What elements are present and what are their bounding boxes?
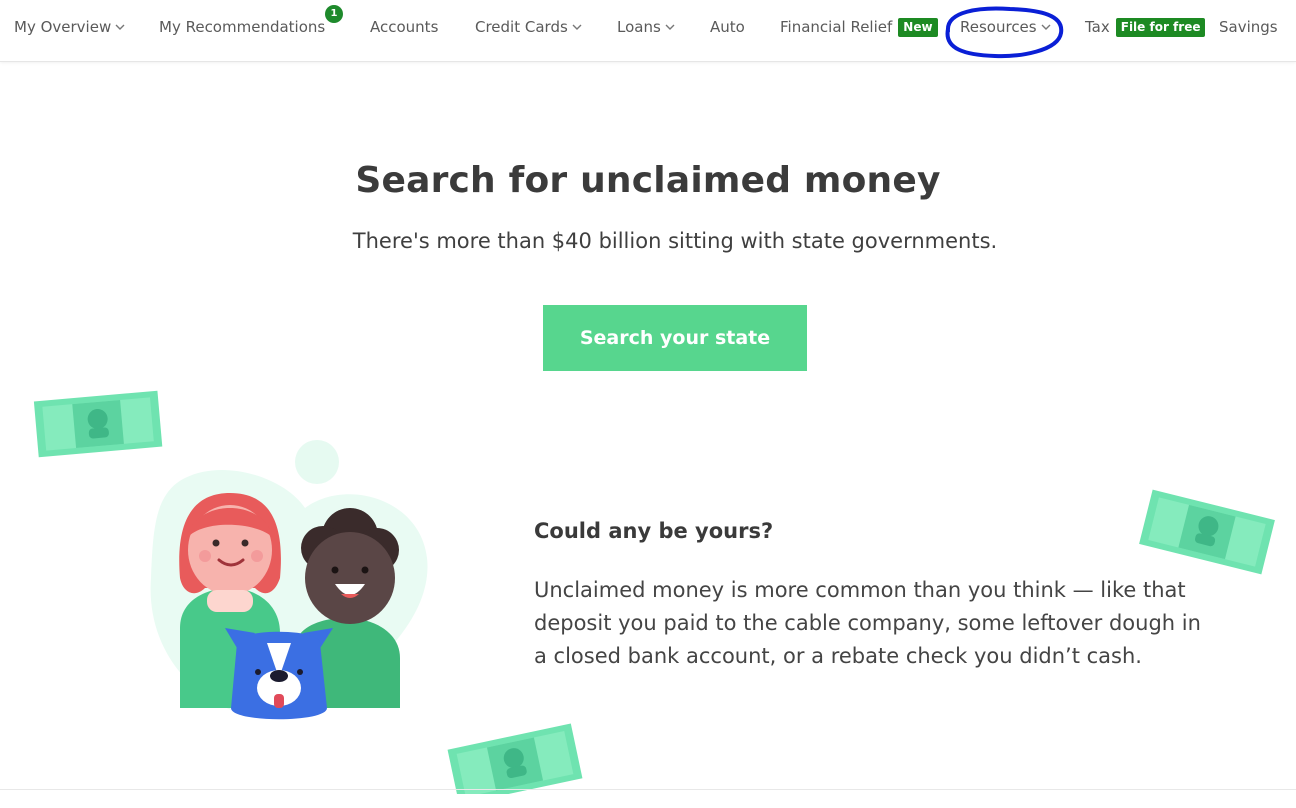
section-heading: Could any be yours? bbox=[534, 519, 774, 543]
money-bill-icon bbox=[1139, 489, 1275, 575]
nav-my-overview[interactable]: My Overview bbox=[14, 17, 126, 37]
chevron-down-icon bbox=[572, 24, 582, 30]
nav-loans-label: Loans bbox=[617, 18, 661, 36]
section-body: Unclaimed money is more common than you … bbox=[534, 578, 1201, 668]
nav-my-recommendations[interactable]: My Recommendations bbox=[159, 17, 325, 37]
nav-tax-label: Tax bbox=[1085, 18, 1110, 36]
chevron-down-icon bbox=[115, 24, 125, 30]
nav-my-overview-label: My Overview bbox=[14, 18, 112, 36]
page-title: Search for unclaimed money bbox=[355, 160, 941, 201]
nav-accounts-label: Accounts bbox=[370, 18, 439, 36]
nav-auto[interactable]: Auto bbox=[710, 17, 745, 37]
nav-financial-relief[interactable]: Financial Relief New bbox=[780, 17, 938, 37]
nav-savings-label: Savings bbox=[1219, 18, 1278, 36]
search-your-state-button[interactable]: Search your state bbox=[543, 305, 807, 371]
nav-resources[interactable]: Resources bbox=[960, 17, 1052, 37]
new-tag: New bbox=[898, 17, 938, 37]
money-bill-icon bbox=[447, 723, 583, 794]
nav-savings[interactable]: Savings bbox=[1219, 17, 1278, 37]
nav-resources-label: Resources bbox=[960, 18, 1037, 36]
people-dog-illustration bbox=[150, 440, 428, 720]
top-navigation: My Overview My Recommendations 1 Account… bbox=[0, 0, 1296, 62]
nav-accounts[interactable]: Accounts bbox=[370, 17, 438, 37]
nav-loans[interactable]: Loans bbox=[617, 17, 676, 37]
recommendations-count-badge: 1 bbox=[325, 5, 343, 23]
page-subtitle: There's more than $40 billion sitting wi… bbox=[352, 229, 998, 253]
nav-tax[interactable]: Tax File for free bbox=[1085, 17, 1206, 37]
file-for-free-tag: File for free bbox=[1115, 17, 1206, 37]
nav-auto-label: Auto bbox=[710, 18, 745, 36]
chevron-down-icon bbox=[1041, 24, 1051, 30]
nav-credit-cards[interactable]: Credit Cards bbox=[475, 17, 583, 37]
chevron-down-icon bbox=[665, 24, 675, 30]
nav-financial-relief-label: Financial Relief bbox=[780, 18, 893, 36]
nav-credit-cards-label: Credit Cards bbox=[475, 18, 568, 36]
nav-my-recommendations-label: My Recommendations bbox=[159, 18, 326, 36]
divider bbox=[0, 789, 1296, 790]
